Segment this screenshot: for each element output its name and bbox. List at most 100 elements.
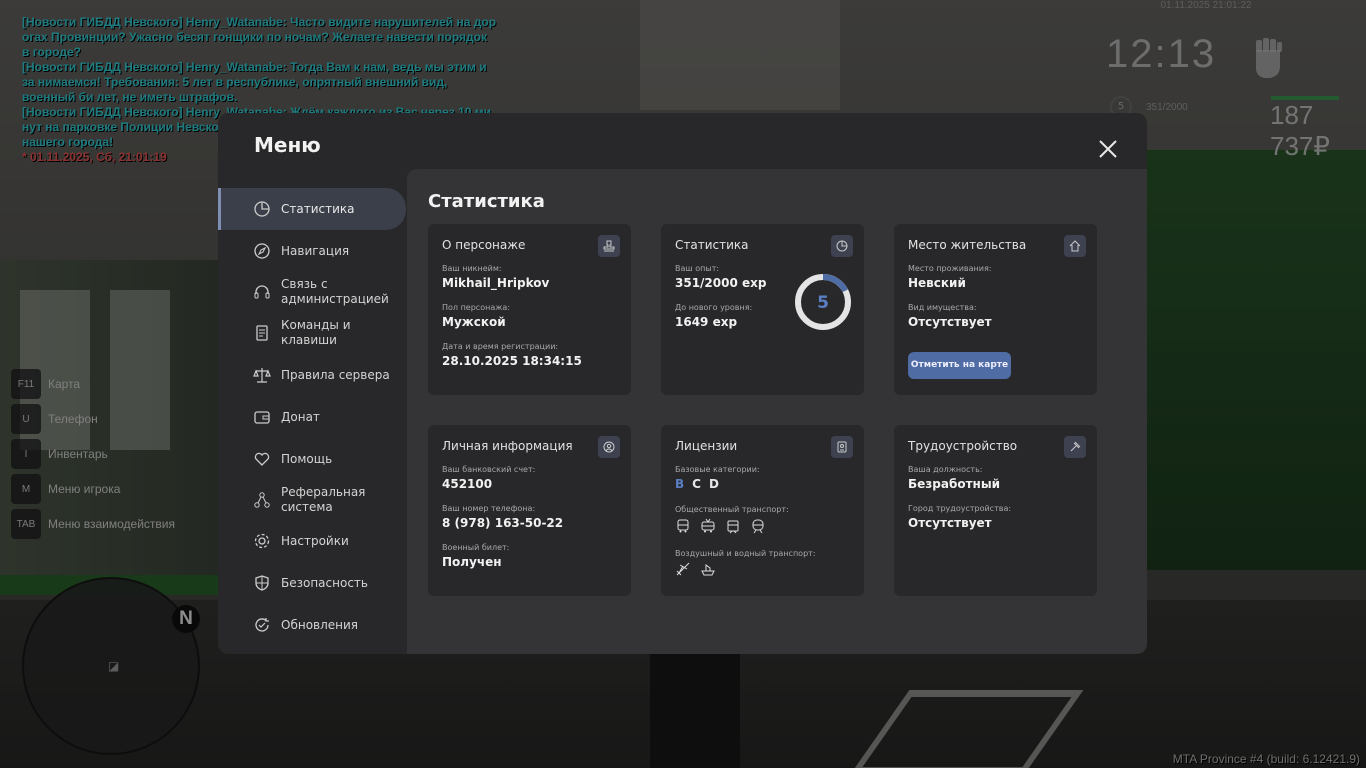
nav-label: Обновления (281, 617, 359, 632)
field-label: Базовые категории: (675, 465, 760, 474)
field-label: Ваш банковский счет: (442, 465, 536, 474)
nav-item-statistics[interactable]: Статистика (218, 188, 406, 230)
card-icon-button[interactable] (831, 235, 853, 257)
position-value: Безработный (908, 477, 1001, 491)
nav-label: Правила сервера (281, 367, 390, 382)
id-card-icon (837, 441, 847, 453)
nav-label: Статистика (281, 201, 355, 216)
document-icon (256, 325, 268, 341)
wallet-icon (254, 411, 270, 424)
nav-item-rules[interactable]: Правила сервера (218, 354, 406, 396)
close-button[interactable] (1096, 137, 1120, 161)
gender-value: Мужской (442, 315, 506, 329)
license-categories: BCD (675, 477, 727, 491)
nav-label: Реферальная система (281, 485, 366, 514)
exp-value: 351/2000 exp (675, 276, 767, 290)
card-licenses: Лицензии Базовые категории: BCD Обществе… (661, 425, 864, 596)
stamp-icon (603, 240, 615, 252)
compass-icon (254, 243, 270, 259)
card-stats: Статистика Ваш опыт: 351/2000 exp До нов… (661, 224, 864, 395)
card-icon-button[interactable] (1064, 436, 1086, 458)
level-number: 5 (817, 293, 829, 313)
nav-item-updates[interactable]: Обновления (218, 604, 406, 646)
nav-label: Настройки (281, 533, 349, 548)
card-employment: Трудоустройство Ваша должность: Безработ… (894, 425, 1097, 596)
license-category-d: D (708, 477, 720, 491)
employment-city-value: Отсутствует (908, 516, 992, 530)
field-label: Вид имущества: (908, 303, 977, 312)
boat-icon (701, 564, 715, 576)
nav-item-navigation[interactable]: Навигация (218, 230, 406, 272)
card-title: О персонаже (442, 238, 526, 252)
next-level-value: 1649 exp (675, 315, 738, 329)
pie-chart-icon (254, 201, 270, 217)
train-icon (752, 519, 764, 534)
nav-item-settings[interactable]: Настройки (218, 520, 406, 562)
menu-title: Меню (254, 133, 321, 157)
air-water-transport-icons (675, 561, 716, 577)
card-title: Место жительства (908, 238, 1027, 252)
refresh-icon (255, 618, 269, 632)
scales-icon (253, 368, 271, 383)
hammer-icon (1070, 441, 1081, 452)
card-title: Трудоустройство (908, 439, 1018, 453)
nav-item-security[interactable]: Безопасность (218, 562, 406, 604)
field-label: Город трудоустройства: (908, 504, 1012, 513)
pie-chart-icon (836, 240, 848, 252)
nav-label: Команды и клавиши (281, 318, 351, 347)
content-title: Статистика (428, 191, 545, 212)
card-icon-button[interactable] (598, 235, 620, 257)
menu-window: Меню Статистика Навигация Связь с админи… (218, 113, 1147, 654)
property-value: Отсутствует (908, 315, 992, 329)
nav-item-admin-contact[interactable]: Связь с администрацией (218, 272, 406, 312)
nav-label: Безопасность (281, 575, 368, 590)
card-title: Статистика (675, 238, 749, 252)
card-icon-button[interactable] (598, 436, 620, 458)
bank-value: 452100 (442, 477, 493, 491)
license-category-b: B (675, 477, 686, 491)
gear-icon (254, 533, 270, 549)
card-icon-button[interactable] (1064, 235, 1086, 257)
nav-item-referral[interactable]: Реферальная система (218, 480, 406, 520)
shield-icon (255, 575, 269, 591)
card-title: Лицензии (675, 439, 738, 453)
house-icon (1069, 240, 1081, 252)
field-label: Ваш никнейм: (442, 264, 502, 273)
public-transport-icons (675, 518, 766, 534)
field-label: Общественный транспорт: (675, 505, 789, 514)
nav-label: Навигация (281, 243, 350, 258)
mark-on-map-button[interactable]: Отметить на карте (908, 352, 1011, 379)
user-circle-icon (603, 441, 615, 453)
trolleybus-icon (701, 518, 715, 533)
phone-value: 8 (978) 163-50-22 (442, 516, 564, 530)
nav-item-donate[interactable]: Донат (218, 396, 406, 438)
menu-content: Статистика О персонаже Ваш никнейм: Mikh… (407, 169, 1147, 654)
field-label: Пол персонажа: (442, 303, 511, 312)
card-icon-button[interactable] (831, 436, 853, 458)
field-label: Военный билет: (442, 543, 510, 552)
field-label: Ваша должность: (908, 465, 983, 474)
license-category-c: C (692, 477, 702, 491)
nickname-value: Mikhail_Hripkov (442, 276, 550, 290)
nav-label: Донат (281, 409, 320, 424)
field-label: Воздушный и водный транспорт: (675, 549, 816, 558)
heart-icon (254, 452, 270, 466)
nav-label: Помощь (281, 451, 333, 466)
headset-icon (254, 285, 270, 299)
card-character: О персонаже Ваш никнейм: Mikhail_Hripkov… (428, 224, 631, 395)
military-value: Получен (442, 555, 502, 569)
registration-value: 28.10.2025 18:34:15 (442, 354, 582, 368)
card-personal: Личная информация Ваш банковский счет: 4… (428, 425, 631, 596)
nav-item-help[interactable]: Помощь (218, 438, 406, 480)
field-label: Ваш номер телефона: (442, 504, 536, 513)
field-label: Место проживания: (908, 264, 992, 273)
residence-value: Невский (908, 276, 966, 290)
bus-icon (677, 519, 689, 533)
field-label: Дата и время регистрации: (442, 342, 559, 351)
network-icon (254, 492, 270, 508)
nav-item-commands[interactable]: Команды и клавиши (218, 312, 406, 354)
field-label: Ваш опыт: (675, 264, 720, 273)
tram-icon (727, 520, 739, 534)
menu-sidebar: Статистика Навигация Связь с администрац… (218, 188, 406, 646)
level-progress-ring: 5 (795, 274, 851, 330)
